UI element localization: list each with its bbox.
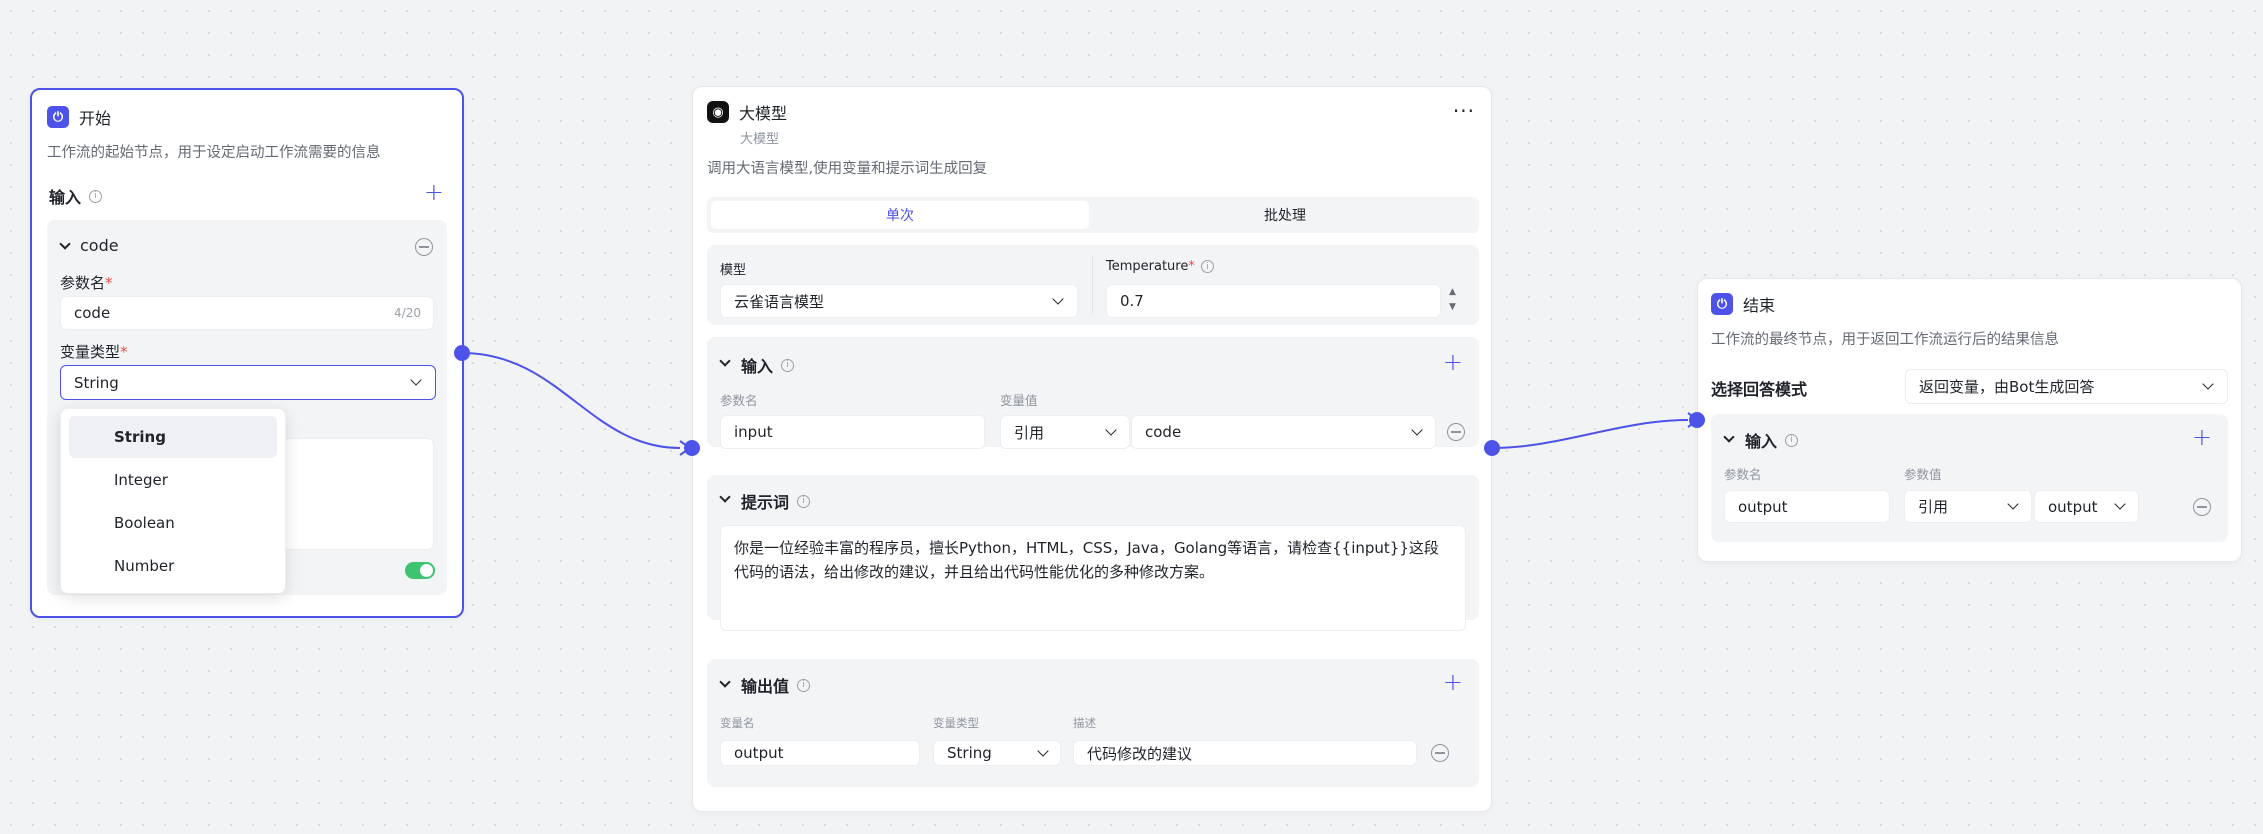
llm-output-section: 输出值 i + 变量名 变量类型 描述 output String 代码修改的建议 <box>707 659 1479 787</box>
end-input-ref-type[interactable]: 引用 <box>1904 490 2032 523</box>
chevron-down-icon <box>1037 745 1049 757</box>
var-type-dropdown: String Integer Boolean Number <box>60 408 286 594</box>
start-node-desc: 工作流的起始节点，用于设定启动工作流需要的信息 <box>47 145 381 161</box>
plus-icon[interactable]: + <box>1443 670 1463 694</box>
model-label: 模型 <box>720 263 747 278</box>
model-config-section: 模型 云雀语言模型 Temperature* i 0.7 ▲ ▼ <box>707 245 1479 325</box>
output-desc-input[interactable]: 代码修改的建议 <box>1073 740 1417 766</box>
llm-icon: ◉ <box>707 101 729 123</box>
var-type-label: 变量类型* <box>60 343 128 361</box>
llm-node-subtitle: 大模型 <box>740 132 780 147</box>
llm-node-desc: 调用大语言模型,使用变量和提示词生成回复 <box>707 161 988 177</box>
more-icon[interactable]: ··· <box>1453 99 1475 123</box>
run-mode-tabs: 单次 批处理 <box>707 197 1479 233</box>
temperature-label: Temperature* i <box>1106 259 1214 274</box>
minus-circle-icon[interactable] <box>2193 498 2211 516</box>
plus-icon[interactable]: + <box>2192 425 2212 449</box>
llm-input-section: 输入 i + 参数名 变量值 input 引用 code <box>707 337 1479 449</box>
end-node-title: 结束 <box>1743 296 1776 315</box>
required-toggle[interactable] <box>405 562 435 579</box>
end-input-name[interactable]: output <box>1724 490 1890 523</box>
chevron-down-icon <box>1052 293 1064 305</box>
temperature-input[interactable]: 0.7 <box>1106 284 1441 318</box>
end-input-section: 输入 i + 参数名 参数值 output 引用 output <box>1711 414 2228 542</box>
llm-input-port[interactable] <box>684 440 700 456</box>
info-icon: i <box>797 678 811 692</box>
prompt-textarea[interactable]: 你是一位经验丰富的程序员，擅长Python，HTML，CSS，Java，Gola… <box>720 525 1466 631</box>
edge-llm-to-end <box>1491 419 1689 449</box>
start-icon: ⏻ <box>47 106 69 128</box>
minus-circle-icon[interactable] <box>415 238 433 256</box>
col-param-value: 参数值 <box>1904 467 1942 482</box>
end-node[interactable]: ⏻ 结束 工作流的最终节点，用于返回工作流运行后的结果信息 选择回答模式 返回变… <box>1697 278 2242 562</box>
output-title: 输出值 i <box>741 673 811 697</box>
plus-icon[interactable]: + <box>424 180 444 204</box>
info-icon: i <box>1200 260 1214 273</box>
tab-single[interactable]: 单次 <box>711 201 1089 229</box>
prompt-title: 提示词 i <box>741 489 811 513</box>
llm-input-ref-type[interactable]: 引用 <box>1000 415 1130 449</box>
col-var-name: 变量名 <box>720 716 755 730</box>
info-icon: i <box>781 358 795 372</box>
col-var-value: 变量值 <box>1000 393 1038 408</box>
chevron-down-icon[interactable] <box>719 491 731 503</box>
var-type-select[interactable]: String <box>60 365 436 400</box>
chevron-down-icon[interactable] <box>59 238 71 250</box>
temperature-stepper[interactable]: ▲ ▼ <box>1449 285 1456 315</box>
end-input-title: 输入 i <box>1745 428 1799 452</box>
col-desc: 描述 <box>1073 716 1096 730</box>
col-param-name: 参数名 <box>1724 467 1762 482</box>
chevron-down-icon <box>2114 498 2126 510</box>
param-name-input[interactable]: code 4/20 <box>60 296 434 330</box>
answer-mode-select[interactable]: 返回变量，由Bot生成回答 <box>1905 369 2228 404</box>
plus-icon[interactable]: + <box>1443 350 1463 374</box>
llm-node[interactable]: ◉ 大模型 大模型 ··· 调用大语言模型,使用变量和提示词生成回复 单次 批处… <box>692 86 1492 812</box>
tab-batch[interactable]: 批处理 <box>1095 201 1475 229</box>
output-var-type[interactable]: String <box>933 740 1061 766</box>
edge-start-to-llm <box>461 352 681 449</box>
col-var-type: 变量类型 <box>933 716 979 730</box>
chevron-down-icon <box>1105 424 1117 436</box>
llm-node-title: 大模型 <box>739 104 788 123</box>
chevron-down-icon[interactable] <box>719 676 731 688</box>
output-var-name[interactable]: output <box>720 740 920 766</box>
end-input-ref-value[interactable]: output <box>2034 490 2139 523</box>
llm-output-port[interactable] <box>1484 440 1500 456</box>
llm-input-name[interactable]: input <box>720 415 985 449</box>
prompt-section: 提示词 i 你是一位经验丰富的程序员，擅长Python，HTML，CSS，Java… <box>707 475 1479 631</box>
dropdown-option-number[interactable]: Number <box>69 545 277 587</box>
end-input-port[interactable] <box>1689 412 1705 428</box>
llm-input-ref-value[interactable]: code <box>1131 415 1436 449</box>
start-output-port[interactable] <box>454 345 470 361</box>
minus-circle-icon[interactable] <box>1431 744 1449 762</box>
llm-input-title: 输入 i <box>741 353 795 377</box>
chevron-down-icon <box>2007 498 2019 510</box>
chevron-down-icon <box>410 374 422 386</box>
char-count: 4/20 <box>394 306 421 320</box>
dropdown-option-string[interactable]: String <box>69 416 277 458</box>
answer-mode-label: 选择回答模式 <box>1711 380 1808 399</box>
info-icon: i <box>797 494 811 508</box>
param-name-heading: code <box>80 236 119 255</box>
model-select[interactable]: 云雀语言模型 <box>720 284 1078 318</box>
end-icon: ⏻ <box>1711 293 1733 315</box>
minus-circle-icon[interactable] <box>1447 423 1465 441</box>
chevron-down-icon <box>2202 378 2214 390</box>
info-icon: i <box>1785 433 1799 447</box>
chevron-down-icon[interactable] <box>1723 431 1735 443</box>
end-node-desc: 工作流的最终节点，用于返回工作流运行后的结果信息 <box>1711 332 2059 348</box>
dropdown-option-integer[interactable]: Integer <box>69 459 277 501</box>
chevron-down-icon[interactable] <box>719 355 731 367</box>
col-param-name: 参数名 <box>720 393 758 408</box>
start-node-title: 开始 <box>79 109 112 128</box>
info-icon: i <box>89 189 103 203</box>
chevron-down-icon <box>1411 424 1423 436</box>
param-name-label: 参数名* <box>60 274 113 292</box>
dropdown-option-boolean[interactable]: Boolean <box>69 502 277 544</box>
start-input-title: 输入 i <box>49 184 103 208</box>
